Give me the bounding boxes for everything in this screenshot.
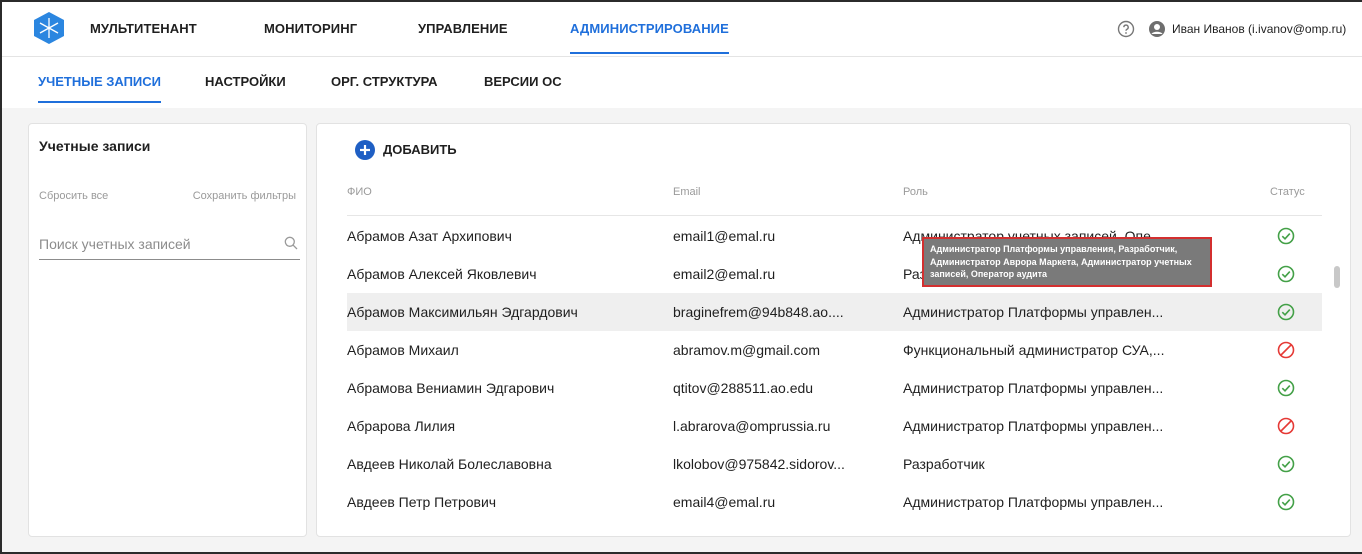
cell-email: email1@emal.ru xyxy=(673,228,776,244)
cell-email: qtitov@288511.ao.edu xyxy=(673,380,814,396)
status-active-icon xyxy=(1277,379,1295,397)
role-tooltip: Администратор Платформы управления, Разр… xyxy=(922,237,1212,287)
cell-role: Администратор Платформы управлен... xyxy=(903,494,1164,510)
help-icon[interactable] xyxy=(1117,20,1135,38)
add-button-label: ДОБАВИТЬ xyxy=(383,142,457,157)
tab-accounts[interactable]: УЧЕТНЫЕ ЗАПИСИ xyxy=(38,57,162,107)
user-avatar-icon[interactable] xyxy=(1148,20,1166,38)
cell-role: Администратор Платформы управлен... xyxy=(903,304,1164,320)
status-blocked-icon xyxy=(1277,341,1295,359)
cell-name: Абрарова Лилия xyxy=(347,418,456,434)
status-active-icon xyxy=(1277,493,1295,511)
column-header-status[interactable]: Статус xyxy=(1270,186,1305,198)
reset-filters-link[interactable]: Сбросить все xyxy=(39,190,108,202)
user-name[interactable]: Иван Иванов (i.ivanov@omp.ru) xyxy=(1172,2,1346,56)
cell-name: Абрамов Азат Архипович xyxy=(347,228,512,244)
cell-email: l.abrarova@omprussia.ru xyxy=(673,418,831,434)
table-row[interactable]: Абрамова Вениамин Эдгарович qtitov@28851… xyxy=(347,369,1322,407)
cell-email: abramov.m@gmail.com xyxy=(673,342,820,358)
cell-role: Администратор Платформы управлен... xyxy=(903,418,1164,434)
nav-administration[interactable]: АДМИНИСТРИРОВАНИЕ xyxy=(570,2,729,56)
cell-role: Администратор Платформы управлен... xyxy=(903,380,1164,396)
status-blocked-icon xyxy=(1277,417,1295,435)
logo[interactable] xyxy=(34,12,64,44)
table-row[interactable]: Абрарова Лилия l.abrarova@omprussia.ru А… xyxy=(347,407,1322,445)
nav-management[interactable]: УПРАВЛЕНИЕ xyxy=(418,2,508,56)
status-active-icon xyxy=(1277,227,1295,245)
nav-multitenant[interactable]: МУЛЬТИТЕНАНТ xyxy=(90,2,197,56)
cell-email: email2@emal.ru xyxy=(673,266,776,282)
cell-role: Разработчик xyxy=(903,456,985,472)
sub-tabs: УЧЕТНЫЕ ЗАПИСИ НАСТРОЙКИ ОРГ. СТРУКТУРА … xyxy=(2,56,1362,108)
table-row[interactable]: Авдеев Николай Болеславовна lkolobov@975… xyxy=(347,445,1322,483)
cell-name: Авдеев Николай Болеславовна xyxy=(347,456,552,472)
table-row-hovered[interactable]: Абрамов Максимильян Эдгардович braginefr… xyxy=(347,293,1322,331)
tab-settings[interactable]: НАСТРОЙКИ xyxy=(205,57,286,107)
tab-os-versions[interactable]: ВЕРСИИ ОС xyxy=(484,57,562,107)
cell-name: Абрамов Михаил xyxy=(347,342,459,358)
cell-name: Абрамов Алексей Яковлевич xyxy=(347,266,537,282)
table-scrollbar[interactable] xyxy=(1334,266,1340,288)
search-input[interactable] xyxy=(39,230,269,258)
status-active-icon xyxy=(1277,455,1295,473)
top-bar: МУЛЬТИТЕНАНТ МОНИТОРИНГ УПРАВЛЕНИЕ АДМИН… xyxy=(2,2,1362,56)
cell-name: Авдеев Петр Петрович xyxy=(347,494,497,510)
table-row[interactable]: Абрамов Михаил abramov.m@gmail.com Функц… xyxy=(347,331,1322,369)
column-header-role[interactable]: Роль xyxy=(903,186,928,198)
search-field xyxy=(39,230,300,260)
filters-title: Учетные записи xyxy=(39,138,151,154)
accounts-table-panel: ДОБАВИТЬ ФИО Email Роль Статус Абрамов А… xyxy=(316,123,1351,537)
tab-org-structure[interactable]: ОРГ. СТРУКТУРА xyxy=(331,57,438,107)
plus-circle-icon xyxy=(355,140,375,160)
cell-email: email4@emal.ru xyxy=(673,494,776,510)
cell-role: Функциональный администратор СУА,... xyxy=(903,342,1165,358)
status-active-icon xyxy=(1277,303,1295,321)
header-divider xyxy=(347,215,1322,216)
cell-email: lkolobov@975842.sidorov... xyxy=(673,456,845,472)
filters-panel: Учетные записи Сбросить все Сохранить фи… xyxy=(28,123,307,537)
nav-monitoring[interactable]: МОНИТОРИНГ xyxy=(264,2,357,56)
search-icon[interactable] xyxy=(284,236,298,250)
table-row[interactable]: Авдеев Петр Петрович email4@emal.ru Адми… xyxy=(347,483,1322,521)
status-active-icon xyxy=(1277,265,1295,283)
cell-name: Абрамова Вениамин Эдгарович xyxy=(347,380,555,396)
column-header-email[interactable]: Email xyxy=(673,186,701,198)
column-header-name[interactable]: ФИО xyxy=(347,186,372,198)
save-filters-link[interactable]: Сохранить фильтры xyxy=(193,190,296,202)
cell-email: braginefrem@94b848.ao.... xyxy=(673,304,844,320)
cell-name: Абрамов Максимильян Эдгардович xyxy=(347,304,578,320)
